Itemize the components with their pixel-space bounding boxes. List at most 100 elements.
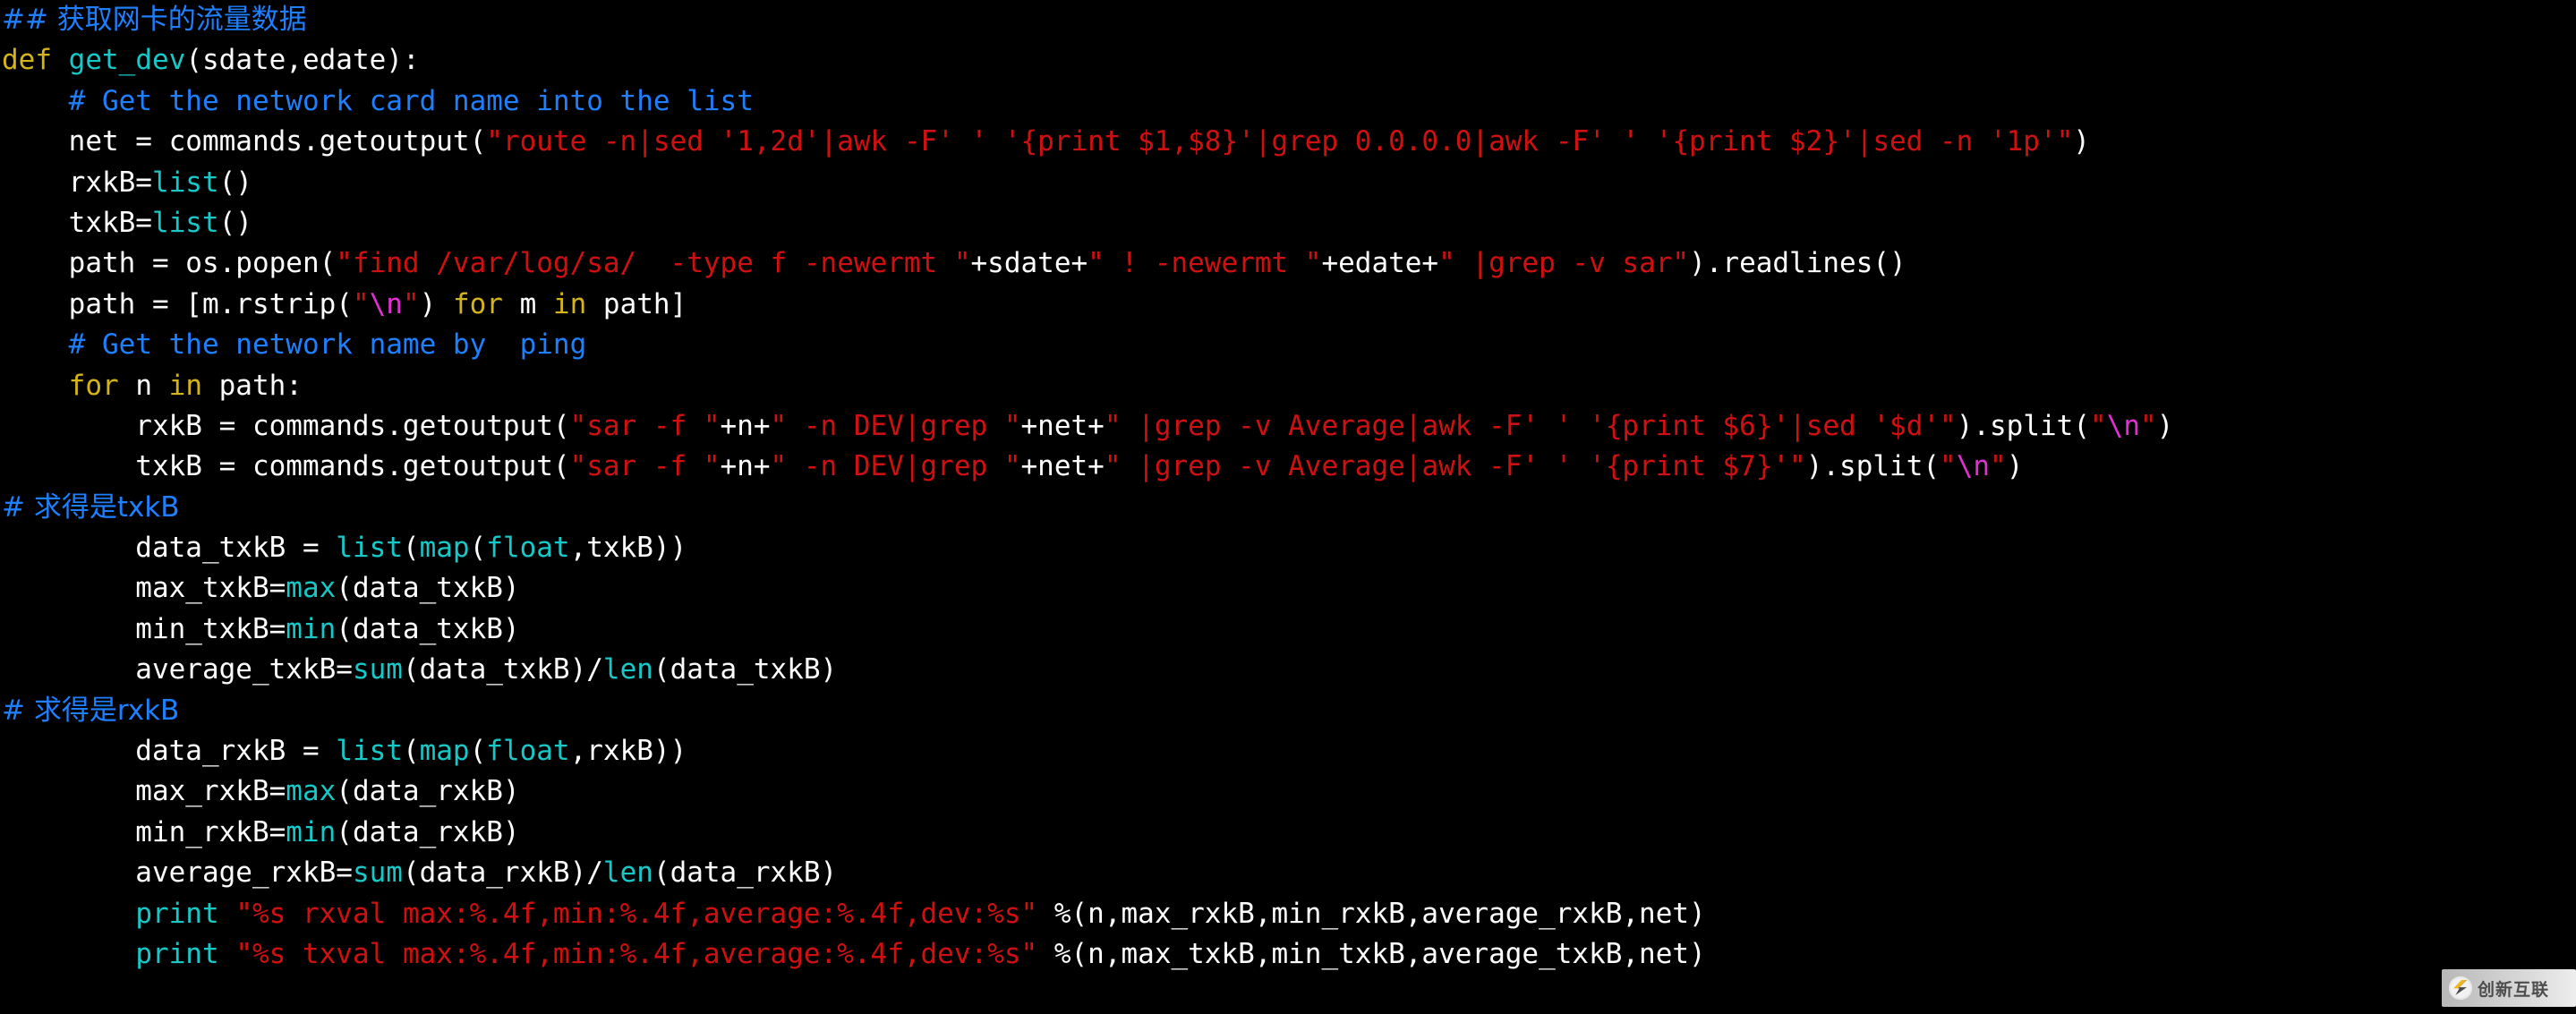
code-line: txkB = commands.getoutput("sar -f "+n+" … xyxy=(0,447,2576,487)
lightning-circle-icon xyxy=(2449,976,2472,1000)
code-token: ( xyxy=(402,532,420,565)
code-token: ).readlines() xyxy=(1689,247,1906,280)
code-line: # 求得是txkB xyxy=(0,488,2576,528)
code-token: "%s txval max:%.4f,min:%.4f,average:%.4f… xyxy=(235,937,1038,970)
code-token: " |grep -v Average|awk -F' ' '{print $6}… xyxy=(1104,409,1957,442)
code-token: for xyxy=(452,287,503,320)
code-token: +n+ xyxy=(720,450,771,483)
code-token: max_rxkB= xyxy=(2,775,286,808)
code-token: len xyxy=(602,856,653,890)
code-token: print xyxy=(135,897,219,930)
code-token: +sdate+ xyxy=(970,247,1088,280)
code-token: " xyxy=(402,287,420,320)
code-listing: ## 获取网卡的流量数据 def get_dev(sdate,edate): # … xyxy=(0,0,2576,975)
code-line: ## 获取网卡的流量数据 xyxy=(0,0,2576,40)
code-token: ( xyxy=(469,532,487,565)
code-line: rxkB=list() xyxy=(0,163,2576,203)
code-token: \n xyxy=(2106,409,2140,442)
code-token: list xyxy=(151,166,219,199)
code-token: () xyxy=(218,206,252,239)
code-token: ).split( xyxy=(1956,409,2090,442)
code-token: def xyxy=(2,44,52,77)
watermark-badge: 创新互联 xyxy=(2442,969,2576,1007)
code-line: average_rxkB=sum(data_rxkB)/len(data_rxk… xyxy=(0,853,2576,893)
code-token: list xyxy=(151,206,219,239)
code-editor-canvas: ## 获取网卡的流量数据 def get_dev(sdate,edate): # … xyxy=(0,0,2576,1014)
code-line: # Get the network card name into the lis… xyxy=(0,81,2576,122)
code-token: "sar -f " xyxy=(569,450,721,483)
code-token: ( xyxy=(402,735,420,768)
code-token: float xyxy=(486,532,570,565)
code-token: "find /var/log/sa/ -type f -newermt " xyxy=(336,247,971,280)
code-line: print "%s rxval max:%.4f,min:%.4f,averag… xyxy=(0,894,2576,934)
code-token: +edate+ xyxy=(1321,247,1439,280)
code-token: min xyxy=(286,612,337,645)
code-token: map xyxy=(419,735,470,768)
code-token: %(n,max_rxkB,min_rxkB,average_rxkB,net) xyxy=(1037,897,1706,930)
code-line: data_rxkB = list(map(float,rxkB)) xyxy=(0,731,2576,771)
code-line: for n in path: xyxy=(0,366,2576,406)
code-token: data_txkB = xyxy=(2,532,337,565)
code-token: txkB= xyxy=(2,206,152,239)
code-token: ## 获取网卡的流量数据 xyxy=(2,4,307,36)
code-token: (data_txkB)/ xyxy=(402,653,603,686)
code-token: in xyxy=(552,287,587,320)
code-token: (data_rxkB) xyxy=(653,856,838,890)
code-token: "%s rxval max:%.4f,min:%.4f,average:%.4f… xyxy=(235,897,1038,930)
code-token: ,rxkB)) xyxy=(569,735,687,768)
code-token: # Get the network name by ping xyxy=(68,328,587,362)
code-line: min_rxkB=min(data_rxkB) xyxy=(0,813,2576,853)
code-line: def get_dev(sdate,edate): xyxy=(0,40,2576,81)
code-token: rxkB= xyxy=(2,166,152,199)
code-token: " ! -newermt " xyxy=(1088,247,1322,280)
code-token: # 求得是rxkB xyxy=(2,694,180,727)
code-token: average_rxkB= xyxy=(2,856,353,890)
code-token: ) xyxy=(2073,125,2090,158)
code-token: "route -n|sed '1,2d'|awk -F' ' '{print $… xyxy=(486,125,2074,158)
code-token: " |grep -v Average|awk -F' ' '{print $7}… xyxy=(1104,450,1806,483)
code-token: rxkB = commands.getoutput( xyxy=(2,409,570,442)
code-token: (data_txkB) xyxy=(653,653,838,686)
code-token: " xyxy=(2140,409,2157,442)
code-token: " -n DEV|grep " xyxy=(770,450,1021,483)
code-token: len xyxy=(602,653,653,686)
code-token: (data_rxkB)/ xyxy=(402,856,603,890)
code-line: max_rxkB=max(data_rxkB) xyxy=(0,771,2576,812)
code-token: ) xyxy=(2156,409,2174,442)
code-token: list xyxy=(336,532,403,565)
code-token: " xyxy=(352,287,370,320)
code-token: list xyxy=(336,735,403,768)
code-token: +net+ xyxy=(1020,409,1105,442)
code-token: path: xyxy=(201,369,303,402)
watermark-label: 创新互联 xyxy=(2478,979,2550,1000)
code-token: path] xyxy=(586,287,687,320)
code-line: # 求得是rxkB xyxy=(0,691,2576,731)
code-token: # 求得是txkB xyxy=(2,490,180,524)
code-token: ,txkB)) xyxy=(569,532,687,565)
code-token: n xyxy=(118,369,169,402)
code-token: " xyxy=(1940,450,1957,483)
code-token: get_dev xyxy=(68,44,186,77)
code-token: for xyxy=(68,369,119,402)
code-token: (data_rxkB) xyxy=(336,775,520,808)
code-token: # Get the network card name into the lis… xyxy=(68,84,754,117)
code-token: max_txkB= xyxy=(2,572,286,605)
code-token: txkB = commands.getoutput( xyxy=(2,450,570,483)
code-line: # Get the network name by ping xyxy=(0,325,2576,365)
code-token: average_txkB= xyxy=(2,653,353,686)
code-token: path = [m.rstrip( xyxy=(2,287,353,320)
code-line: path = [m.rstrip("\n") for m in path] xyxy=(0,285,2576,325)
code-token: () xyxy=(218,166,252,199)
code-line: average_txkB=sum(data_txkB)/len(data_txk… xyxy=(0,650,2576,690)
code-token: min xyxy=(286,815,337,848)
code-token: +net+ xyxy=(1020,450,1105,483)
code-token: data_rxkB = xyxy=(2,735,337,768)
code-line: txkB=list() xyxy=(0,203,2576,243)
code-line: path = os.popen("find /var/log/sa/ -type… xyxy=(0,243,2576,284)
code-token: float xyxy=(486,735,570,768)
code-token: (data_txkB) xyxy=(336,612,520,645)
